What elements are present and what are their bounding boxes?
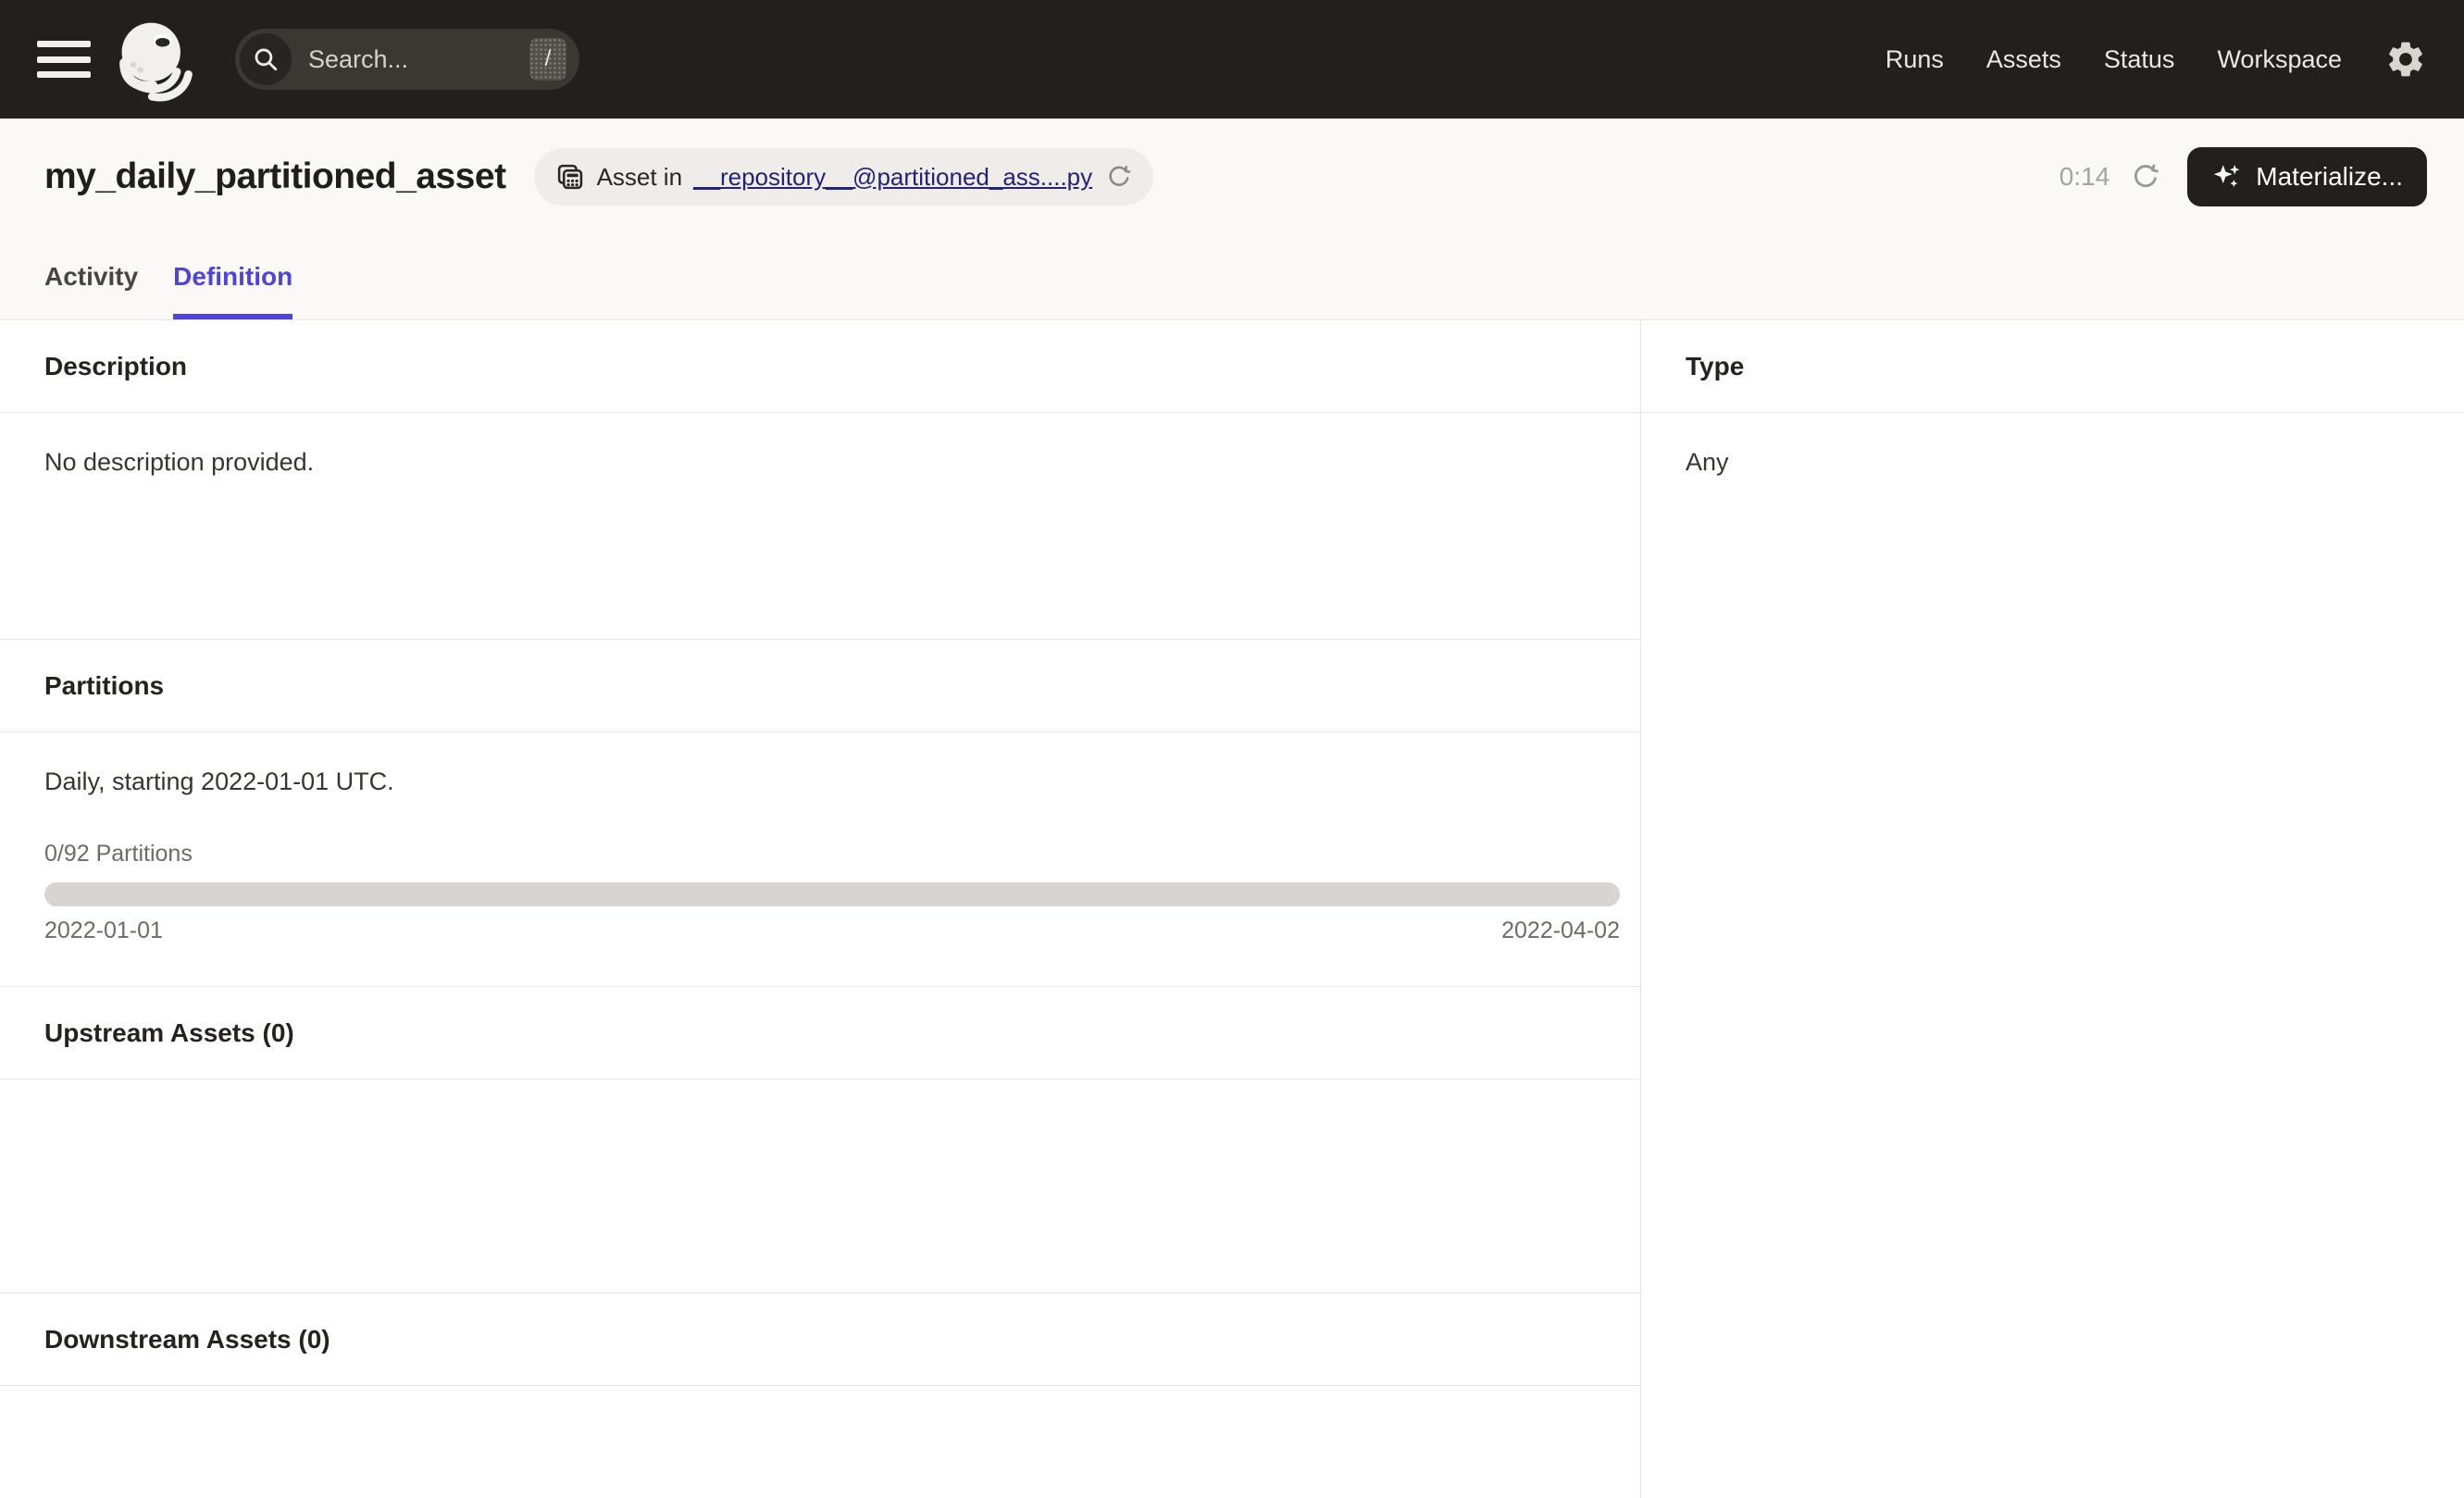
- hamburger-icon: [37, 41, 91, 47]
- gear-icon: [2389, 42, 2422, 77]
- reload-location-button[interactable]: [1105, 163, 1133, 191]
- asset-file-link[interactable]: __repository__@partitioned_ass....py: [693, 163, 1092, 192]
- nav-link-runs[interactable]: Runs: [1885, 45, 1944, 74]
- search-input[interactable]: Search... /: [235, 29, 579, 90]
- settings-button[interactable]: [2384, 38, 2427, 81]
- tab-activity[interactable]: Activity: [44, 262, 138, 319]
- tab-bar: Activity Definition: [44, 262, 293, 319]
- nav-link-assets[interactable]: Assets: [1986, 45, 2061, 74]
- app-root: Search... / Runs Assets Status Workspace…: [0, 0, 2464, 1498]
- asset-badge-prefix: Asset in: [596, 162, 683, 191]
- partitions-progress-label: 0/92 Partitions: [44, 841, 193, 867]
- nav-link-status[interactable]: Status: [2104, 45, 2175, 74]
- definition-right-column: Type Any: [1641, 320, 2464, 1498]
- partitions-summary: Daily, starting 2022-01-01 UTC.: [44, 768, 394, 795]
- partitions-section: Daily, starting 2022-01-01 UTC. 0/92 Par…: [0, 732, 1640, 987]
- type-heading: Type: [1641, 320, 2464, 413]
- downstream-assets-heading: Downstream Assets (0): [0, 1293, 1640, 1386]
- top-navbar: Search... / Runs Assets Status Workspace: [0, 0, 2464, 119]
- asset-location-badge: Asset in __repository__@partitioned_ass.…: [533, 148, 1154, 206]
- repository-icon: [557, 164, 582, 190]
- upstream-assets-section: [0, 1080, 1640, 1293]
- primary-nav: Runs Assets Status Workspace: [1885, 45, 2342, 74]
- partition-progress-bar: [44, 882, 1620, 906]
- search-placeholder: Search...: [308, 44, 409, 73]
- partition-range-end: 2022-04-02: [1501, 918, 1620, 943]
- refresh-countdown: 0:14: [2059, 162, 2110, 191]
- description-heading: Description: [0, 320, 1640, 413]
- page-header: my_daily_partitioned_asset Asset in __re…: [0, 119, 2464, 320]
- type-value: Any: [1686, 448, 1729, 476]
- downstream-assets-section: [0, 1386, 1640, 1498]
- refresh-icon: [2134, 164, 2159, 188]
- nav-link-workspace[interactable]: Workspace: [2217, 45, 2342, 74]
- sparkle-icon: [2214, 164, 2240, 188]
- partition-range-start: 2022-01-01: [44, 918, 163, 943]
- definition-left-column: Description No description provided. Par…: [0, 320, 1641, 1498]
- tab-definition[interactable]: Definition: [173, 262, 293, 319]
- type-section: Any: [1641, 413, 2464, 1498]
- upstream-assets-heading: Upstream Assets (0): [0, 987, 1640, 1080]
- search-icon: [240, 33, 292, 85]
- materialize-button[interactable]: Materialize...: [2187, 147, 2427, 206]
- description-section: No description provided.: [0, 413, 1640, 640]
- refresh-button[interactable]: [2130, 161, 2161, 193]
- definition-content: Description No description provided. Par…: [0, 320, 2464, 1498]
- partitions-heading: Partitions: [0, 640, 1640, 732]
- dagster-logo[interactable]: [111, 14, 202, 105]
- materialize-label: Materialize...: [2256, 162, 2403, 191]
- description-empty-text: No description provided.: [44, 448, 315, 476]
- partition-range: 2022-01-01 2022-04-02: [44, 918, 1620, 944]
- dagster-octopus-icon: [119, 22, 193, 102]
- search-shortcut-kbd: /: [529, 38, 566, 81]
- reload-icon: [1109, 166, 1131, 186]
- page-title: my_daily_partitioned_asset: [44, 156, 506, 196]
- menu-button[interactable]: [37, 39, 91, 80]
